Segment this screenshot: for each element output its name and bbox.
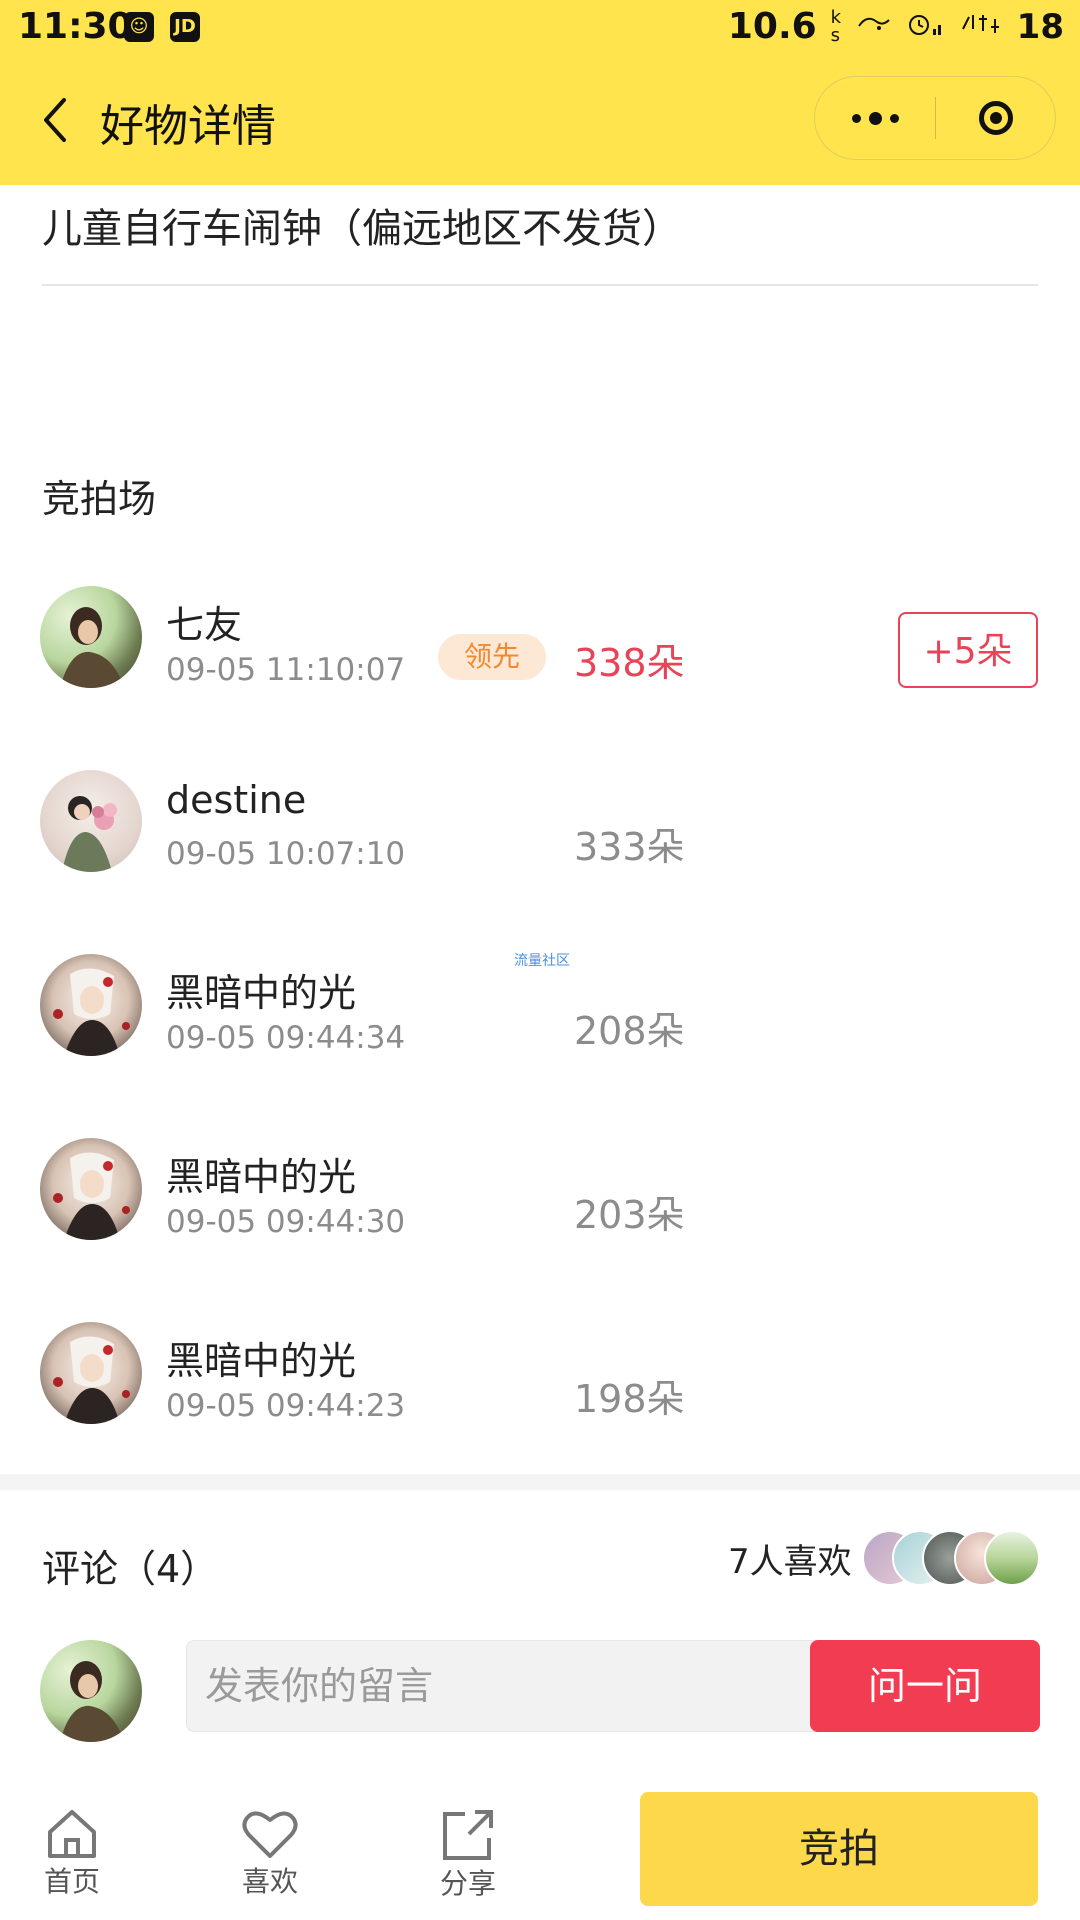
avatar[interactable]	[40, 954, 142, 1056]
bid-row: 七友 09-05 11:10:07 领先 338朵 +5朵	[0, 586, 1080, 706]
nfc-icon	[857, 12, 891, 42]
status-bar: 11:30 ☺ JD 10.6 k s 18	[0, 0, 1080, 58]
bid-row: 黑暗中的光 09-05 09:44:30 203朵	[0, 1138, 1080, 1258]
heart-icon	[242, 1811, 298, 1858]
avatar[interactable]	[40, 770, 142, 872]
chevron-left-icon	[44, 98, 66, 142]
network-speed: 10.6	[727, 6, 817, 47]
bidder-name: 七友	[166, 603, 243, 647]
more-button[interactable]	[815, 77, 935, 159]
bid-row: destine 09-05 10:07:10 333朵	[0, 770, 1080, 890]
section-separator	[0, 1474, 1080, 1490]
alarm-signal-icon	[905, 9, 945, 45]
bid-amount: 333朵	[574, 825, 685, 869]
comments-title: 评论（4）	[42, 1547, 219, 1591]
bid-amount: 338朵	[574, 641, 685, 685]
bidder-name: 黑暗中的光	[166, 1155, 357, 1199]
bid-row: 黑暗中的光 09-05 09:44:34 208朵	[0, 954, 1080, 1074]
bid-time: 09-05 09:44:34	[166, 1020, 406, 1056]
navbar: 好物详情	[0, 60, 1080, 180]
tab-home[interactable]: 首页	[12, 1808, 132, 1908]
title-divider	[42, 284, 1038, 286]
bidder-name: 黑暗中的光	[166, 1339, 357, 1383]
tab-share[interactable]: 分享	[408, 1808, 528, 1908]
avatar[interactable]	[40, 1138, 142, 1240]
back-button[interactable]	[28, 90, 82, 150]
bid-row: 黑暗中的光 09-05 09:44:23 198朵	[0, 1322, 1080, 1442]
bidder-name: 黑暗中的光	[166, 971, 357, 1015]
wifi-signal-icon	[959, 11, 1003, 43]
speed-unit: k s	[830, 6, 842, 46]
header-area: 11:30 ☺ JD 10.6 k s 18 好物详情	[0, 0, 1080, 185]
share-icon	[443, 1810, 493, 1860]
auction-section-title: 竞拍场	[42, 477, 157, 521]
raise-bid-button[interactable]: +5朵	[898, 612, 1038, 688]
status-right: 10.6 k s 18	[728, 6, 1064, 47]
capsule-menu	[814, 76, 1056, 160]
jd-icon: JD	[170, 12, 200, 42]
tab-like-label: 喜欢	[241, 1865, 298, 1898]
home-icon	[48, 1810, 96, 1858]
status-time: 11:30	[18, 6, 133, 47]
liker-avatars[interactable]	[862, 1530, 1042, 1588]
avatar[interactable]	[40, 586, 142, 688]
tab-like[interactable]: 喜欢	[210, 1808, 330, 1908]
watermark-text: 流量社区	[514, 953, 570, 969]
bid-amount: 208朵	[574, 1009, 685, 1053]
bid-amount: 198朵	[574, 1377, 685, 1421]
bid-time: 09-05 09:44:23	[166, 1388, 406, 1424]
battery-level: 18	[1016, 6, 1064, 47]
bid-time: 09-05 11:10:07	[166, 652, 406, 688]
my-avatar	[40, 1640, 142, 1742]
comment-input[interactable]	[186, 1640, 822, 1732]
avatar	[984, 1530, 1040, 1586]
leading-badge: 领先	[438, 634, 546, 680]
avatar[interactable]	[40, 1322, 142, 1424]
tab-home-label: 首页	[43, 1865, 100, 1898]
close-miniprogram-button[interactable]	[936, 77, 1055, 159]
qq-icon: ☺	[124, 12, 154, 42]
bid-time: 09-05 10:07:10	[166, 836, 406, 872]
product-title: 儿童自行车闹钟（偏远地区不发货）	[42, 206, 682, 252]
more-dots-icon	[851, 113, 861, 123]
bidder-name: destine	[166, 778, 307, 822]
page-title: 好物详情	[100, 101, 276, 152]
target-close-icon	[978, 101, 1013, 135]
bid-amount: 203朵	[574, 1193, 685, 1237]
bid-button[interactable]: 竞拍	[640, 1792, 1038, 1906]
ask-button[interactable]: 问一问	[810, 1640, 1040, 1732]
bid-time: 09-05 09:44:30	[166, 1204, 406, 1240]
likes-count: 7人喜欢	[728, 1542, 852, 1582]
tab-share-label: 分享	[439, 1867, 496, 1900]
